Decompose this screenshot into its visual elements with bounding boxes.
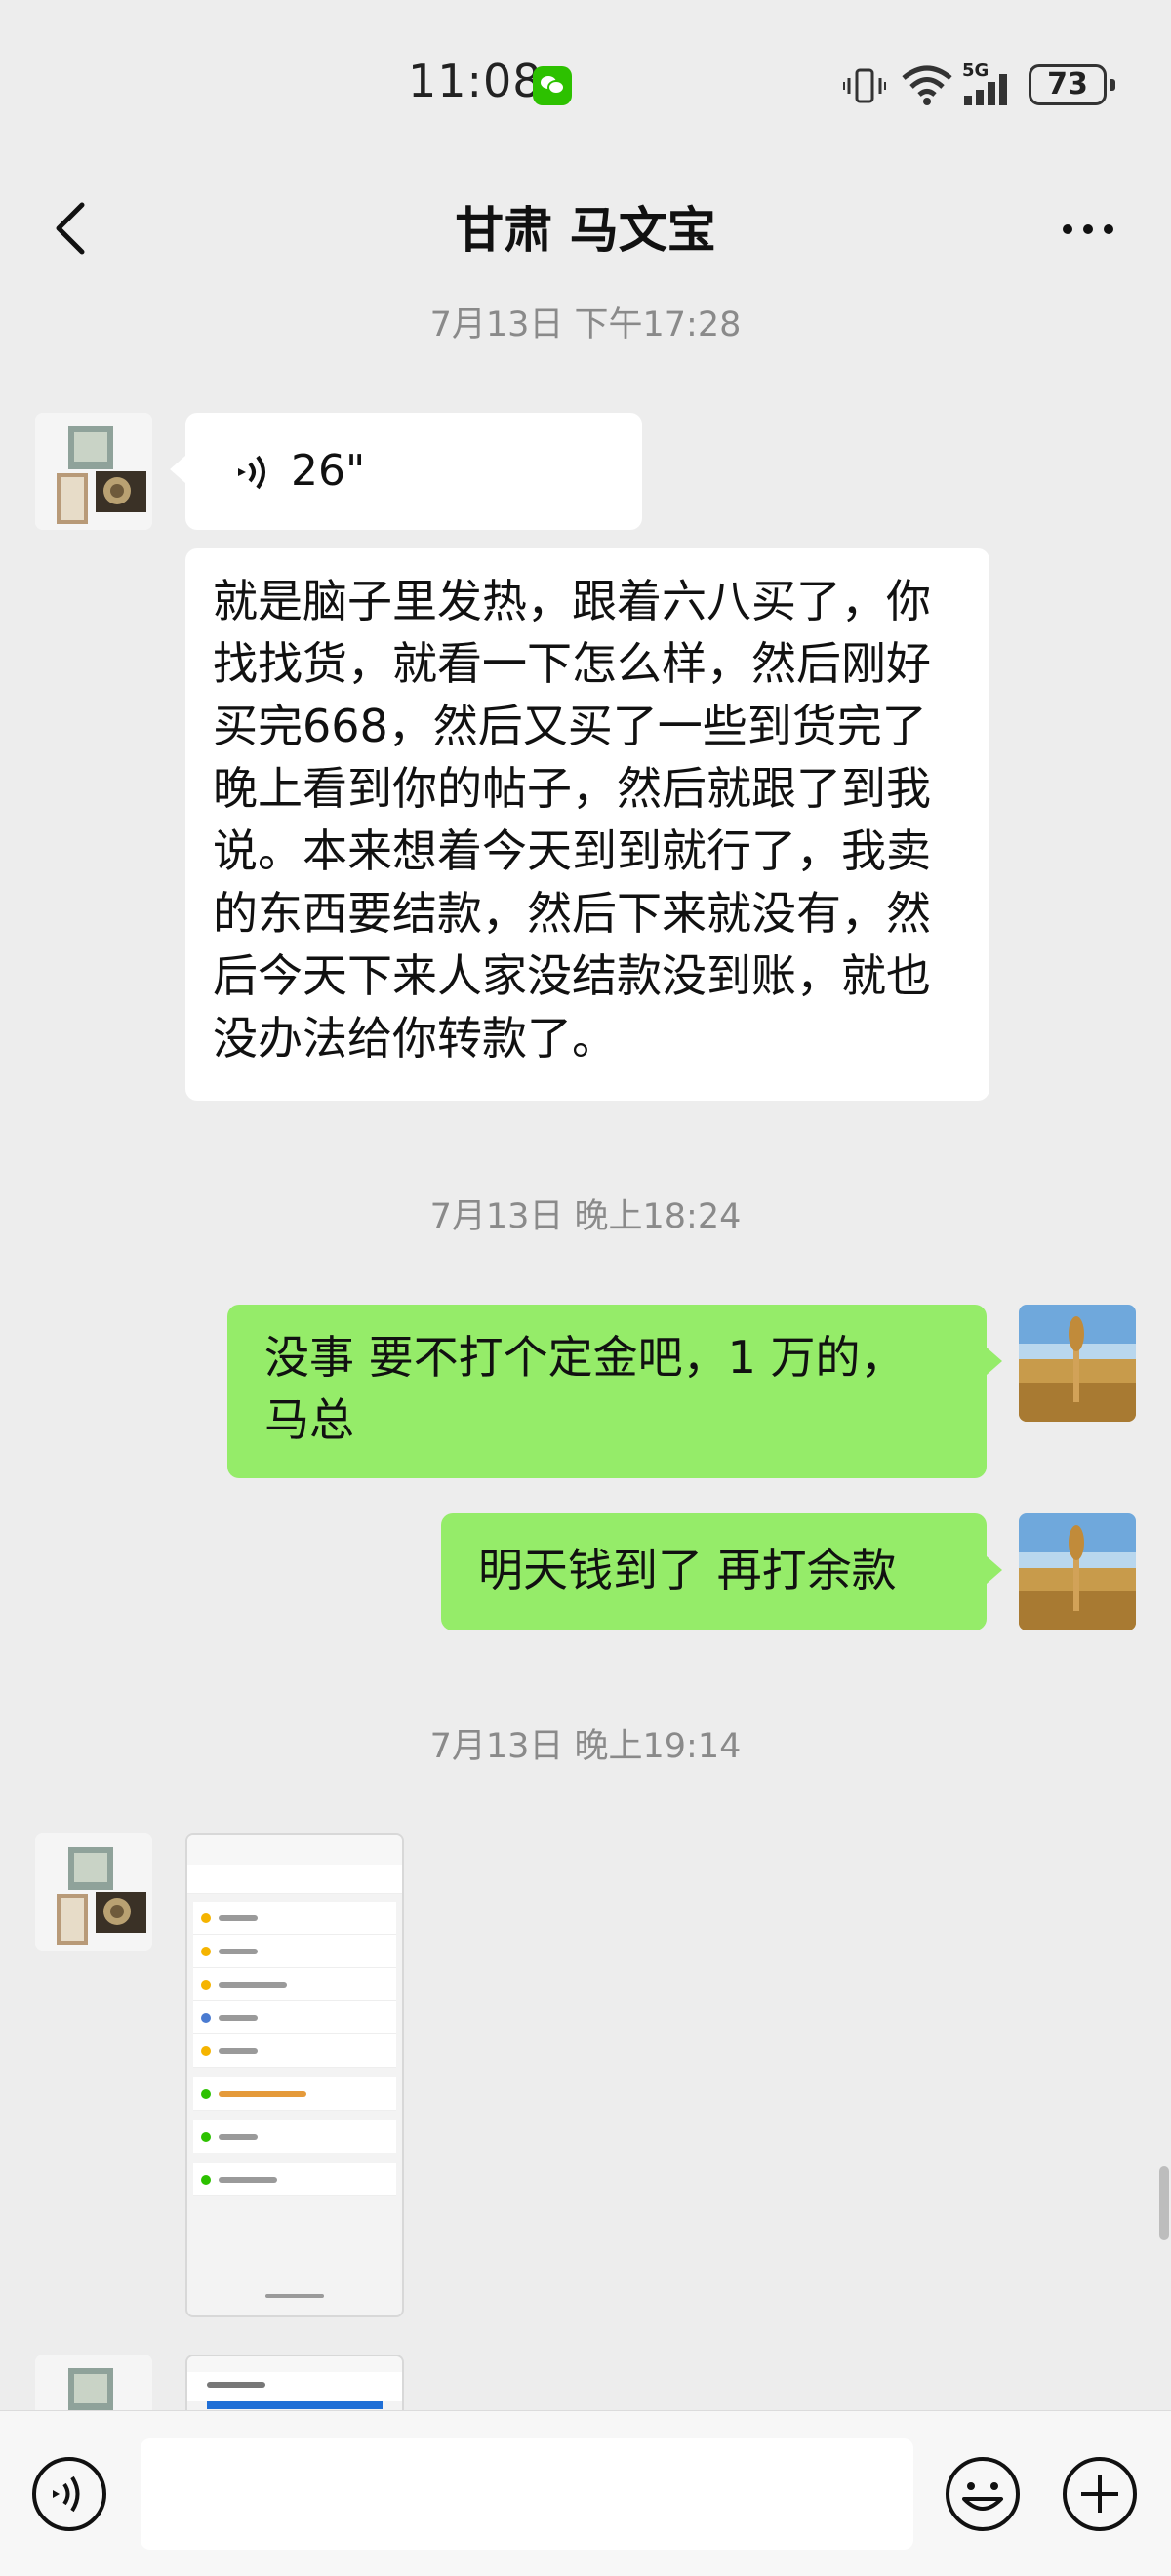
more-functions-button[interactable]	[1060, 2454, 1140, 2534]
wifi-icon	[902, 65, 952, 105]
message-text: 就是脑子里发热，跟着六八买了，你找找货，就看一下怎么样，然后刚好买完668，然后…	[213, 575, 931, 1065]
avatar-image	[1019, 1513, 1136, 1630]
voice-input-button[interactable]	[29, 2454, 109, 2534]
status-time: 11:08	[408, 55, 543, 107]
battery-indicator: 73	[1029, 64, 1115, 105]
message-timestamp: 7月13日 晚上19:14	[429, 1727, 742, 1766]
contact-avatar[interactable]	[35, 1833, 152, 1951]
contact-avatar[interactable]	[35, 413, 152, 530]
image-message[interactable]	[185, 1833, 404, 2317]
message-timestamp: 7月13日 晚上18:24	[429, 1197, 742, 1236]
message-text: 没事 要不打个定金吧，1 万的，马总	[264, 1331, 906, 1446]
message-bubble[interactable]: 明天钱到了 再打余款	[441, 1513, 1002, 1630]
chat-title: 甘肃 马文宝	[455, 202, 716, 259]
contact-avatar[interactable]	[35, 2355, 152, 2410]
avatar-image	[35, 413, 152, 530]
voice-wave-icon	[238, 455, 265, 490]
emoji-icon	[946, 2457, 1020, 2531]
input-bar	[0, 2410, 1171, 2576]
message-bubble[interactable]: 就是脑子里发热，跟着六八买了，你找找货，就看一下怎么样，然后刚好买完668，然后…	[185, 548, 989, 1101]
status-bar: 11:08 5G 73	[0, 0, 1171, 166]
chat-header: 甘肃 马文宝	[0, 166, 1171, 293]
voice-icon	[32, 2457, 106, 2531]
message-input[interactable]	[141, 2438, 913, 2550]
image-message[interactable]	[185, 2355, 404, 2410]
message-text: 明天钱到了 再打余款	[478, 1544, 897, 1596]
emoji-button[interactable]	[943, 2454, 1023, 2534]
my-avatar[interactable]	[1019, 1305, 1136, 1422]
more-dots-icon	[1063, 224, 1113, 234]
vibrate-icon	[843, 68, 886, 103]
voice-message-bubble[interactable]: 26"	[170, 413, 642, 530]
avatar-image	[35, 2355, 152, 2410]
cellular-signal-icon: 5G	[962, 60, 1013, 105]
avatar-image	[35, 1833, 152, 1951]
message-bubble[interactable]: 没事 要不打个定金吧，1 万的，马总	[227, 1305, 1002, 1478]
more-button[interactable]	[1054, 195, 1122, 263]
my-avatar[interactable]	[1019, 1513, 1136, 1630]
plus-icon	[1063, 2457, 1137, 2531]
message-timestamp: 7月13日 下午17:28	[429, 305, 742, 344]
avatar-image	[1019, 1305, 1136, 1422]
wechat-notification-icon	[533, 66, 572, 105]
voice-duration: 26"	[291, 446, 366, 496]
chat-scrollbar[interactable]	[1159, 2166, 1169, 2240]
